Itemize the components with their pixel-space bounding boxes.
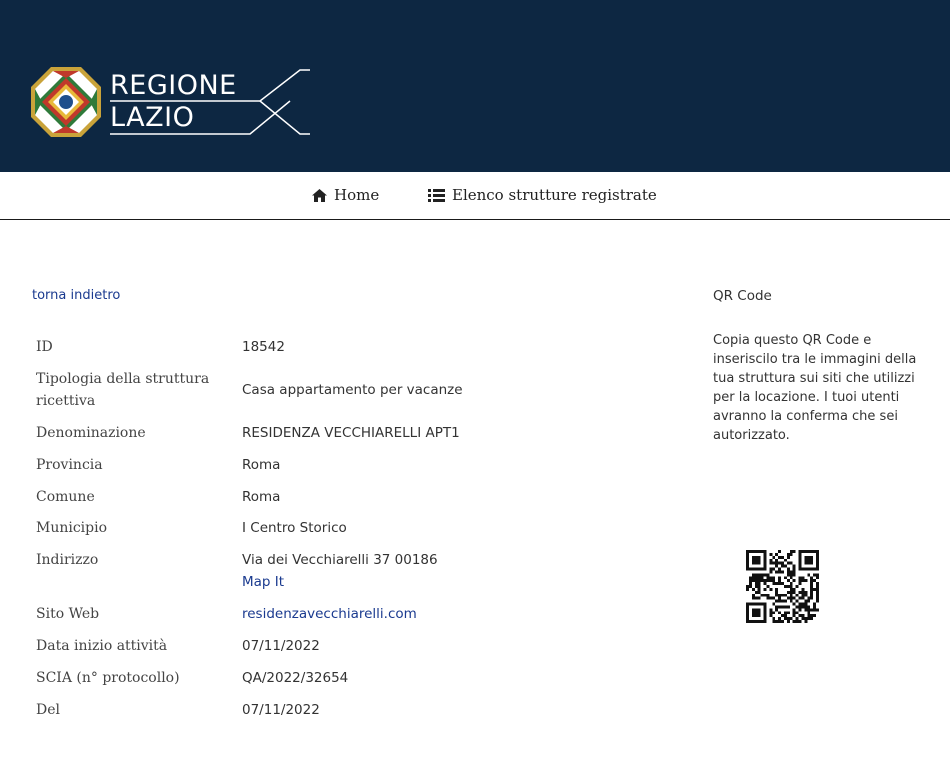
nav-item-home[interactable]: Home: [312, 186, 379, 204]
detail-row-del: Del 07/11/2022: [36, 699, 676, 731]
detail-value: Via dei Vecchiarelli 37 00186 Map It: [242, 549, 438, 603]
detail-label: Data inizio attività: [36, 638, 168, 654]
detail-row-municipio: Municipio I Centro Storico: [36, 517, 676, 549]
detail-row-indirizzo: Indirizzo Via dei Vecchiarelli 37 00186 …: [36, 549, 676, 603]
detail-label: SCIA (n° protocollo): [36, 670, 180, 686]
site-header: REGIONE LAZIO: [0, 0, 950, 172]
list-icon: [428, 188, 445, 202]
detail-value: I Centro Storico: [242, 520, 347, 536]
detail-label: ID: [36, 339, 53, 355]
detail-label: Provincia: [36, 457, 103, 473]
qr-code-title: QR Code: [713, 288, 772, 304]
detail-row-comune: Comune Roma: [36, 486, 676, 517]
detail-label: Del: [36, 702, 60, 718]
detail-label: Comune: [36, 489, 95, 505]
detail-value: RESIDENZA VECCHIARELLI APT1: [242, 425, 460, 441]
back-link[interactable]: torna indietro: [32, 288, 120, 303]
detail-row-provincia: Provincia Roma: [36, 454, 676, 486]
detail-value: 07/11/2022: [242, 638, 320, 654]
address-text: Via dei Vecchiarelli 37 00186: [242, 552, 438, 568]
main-nav: Home Elenco strutture registrate: [0, 172, 950, 220]
detail-row-sito-web: Sito Web residenzavecchiarelli.com: [36, 603, 676, 635]
home-icon: [312, 188, 327, 202]
detail-row-id: ID 18542: [36, 336, 676, 368]
detail-label: Tipologia della struttura ricettiva: [36, 371, 210, 409]
detail-value: residenzavecchiarelli.com: [242, 603, 417, 635]
detail-label: Municipio: [36, 520, 108, 536]
nav-item-elenco-strutture[interactable]: Elenco strutture registrate: [428, 186, 657, 204]
detail-value: Roma: [242, 489, 281, 505]
qr-code-icon: [746, 550, 819, 623]
structure-details: ID 18542 Tipologia della struttura ricet…: [36, 336, 676, 731]
detail-label: Denominazione: [36, 425, 146, 441]
detail-value: Roma: [242, 457, 281, 473]
logo-decorative-lines: [110, 69, 310, 135]
nav-item-label: Elenco strutture registrate: [452, 186, 657, 204]
regione-lazio-logo[interactable]: REGIONE LAZIO: [30, 66, 320, 141]
detail-label: Sito Web: [36, 606, 100, 622]
detail-value: QA/2022/32654: [242, 670, 349, 686]
detail-value: 18542: [242, 339, 285, 355]
detail-row-tipologia: Tipologia della struttura ricettiva Casa…: [36, 368, 676, 422]
map-it-link[interactable]: Map It: [242, 571, 438, 593]
detail-row-data-inizio: Data inizio attività 07/11/2022: [36, 635, 676, 667]
qr-code-description: Copia questo QR Code e inseriscilo tra l…: [713, 333, 917, 443]
website-link[interactable]: residenzavecchiarelli.com: [242, 603, 417, 625]
detail-value: 07/11/2022: [242, 702, 320, 718]
detail-row-scia: SCIA (n° protocollo) QA/2022/32654: [36, 667, 676, 699]
detail-label: Indirizzo: [36, 552, 99, 568]
regione-lazio-emblem-icon: [31, 67, 101, 137]
detail-value: Casa appartamento per vacanze: [242, 382, 463, 398]
detail-row-denominazione: Denominazione RESIDENZA VECCHIARELLI APT…: [36, 422, 676, 454]
nav-item-label: Home: [334, 186, 380, 204]
